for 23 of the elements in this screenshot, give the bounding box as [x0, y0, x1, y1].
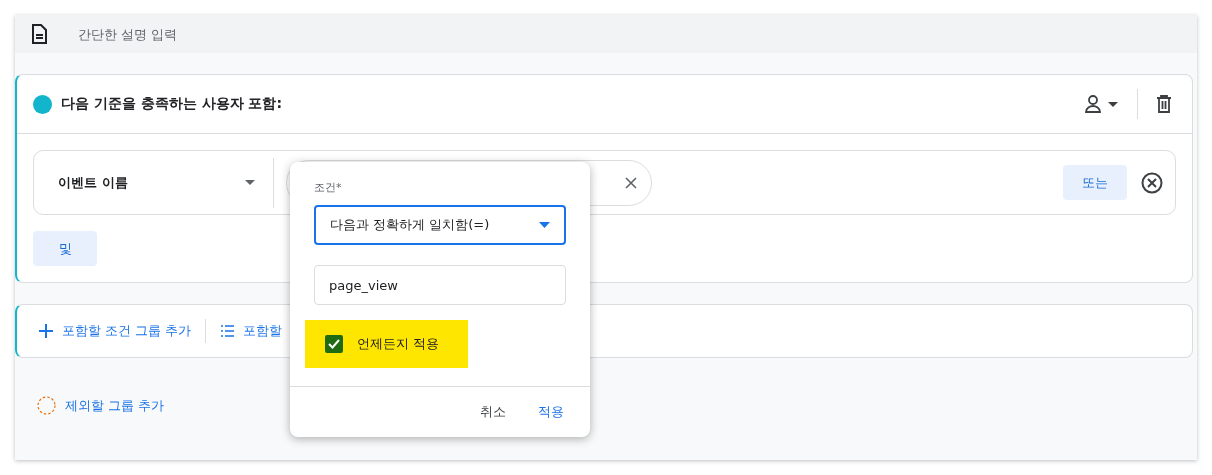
value-field[interactable]: page_view [314, 265, 566, 305]
or-button[interactable]: 또는 [1063, 165, 1127, 200]
description-field[interactable]: 간단한 설명 입력 [76, 25, 476, 43]
dimension-select[interactable]: 이벤트 이름 [34, 157, 274, 208]
dashed-circle-icon [37, 396, 56, 415]
cancel-button[interactable]: 취소 [480, 403, 506, 421]
plus-icon [39, 324, 53, 338]
add-include-group-button[interactable]: 포함할 조건 그룹 추가 [39, 322, 192, 340]
list-icon [220, 325, 235, 337]
always-apply-label: 언제든지 적용 [357, 335, 440, 353]
add-exclude-group-button[interactable]: 제외할 그룹 추가 [37, 396, 165, 415]
group-title: 다음 기준을 충족하는 사용자 포함: [61, 95, 284, 113]
caret-icon [539, 222, 550, 228]
add-sequence-button[interactable]: 포함할 [220, 322, 283, 340]
caret-icon [245, 180, 255, 185]
document-icon [31, 24, 47, 44]
remove-condition-icon[interactable] [1141, 171, 1163, 194]
and-button[interactable]: 및 [33, 231, 97, 266]
condition-select[interactable]: 다음과 정확하게 일치함(=) [314, 205, 566, 245]
close-icon[interactable] [625, 176, 637, 189]
apply-button[interactable]: 적용 [538, 403, 564, 421]
condition-label: 조건* [314, 180, 342, 195]
always-apply-checkbox[interactable] [325, 335, 343, 353]
